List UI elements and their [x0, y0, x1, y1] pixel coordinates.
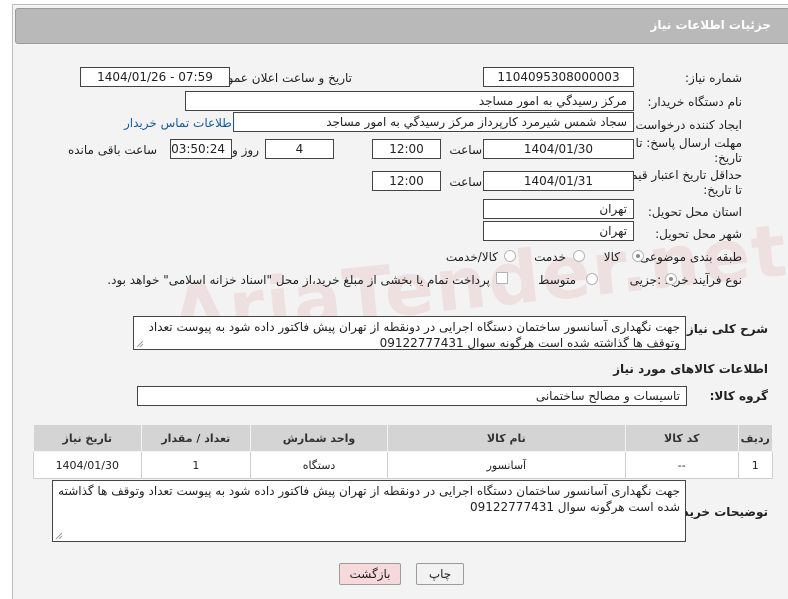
description-text: جهت نگهداری آسانسور ساختمان دستگاه اجرای… [148, 320, 680, 350]
cell-row-number: 1 [737, 451, 774, 479]
back-button[interactable]: بازگشت [339, 563, 401, 585]
need-number-field[interactable]: 1104095308000003 [483, 67, 634, 87]
cell-unit: دستگاه [250, 451, 388, 479]
buyer-contact-link[interactable]: اطلاعات تماس خریدار [124, 116, 235, 130]
buyer-notes-textarea[interactable]: جهت نگهداری آسانسور ساختمان دستگاه اجرای… [52, 480, 686, 542]
category-option-goods: کالا [603, 250, 620, 264]
treasury-payment-note: پرداخت تمام یا بخشی از مبلغ خرید،از محل … [107, 273, 490, 287]
city-field[interactable]: تهران [483, 221, 634, 241]
cell-quantity: 1 [140, 451, 252, 479]
goods-group-label: گروه کالا: [709, 389, 768, 403]
deadline-label: مهلت ارسال پاسخ: تا [635, 136, 742, 150]
deadline-time-label: ساعت [449, 143, 482, 157]
col-header-name: نام کالا [386, 424, 626, 452]
treasury-payment-checkbox[interactable] [496, 272, 508, 284]
resize-grip-icon[interactable] [136, 340, 144, 348]
page-header: جزئیات اطلاعات نیاز [15, 8, 788, 44]
province-label: استان محل تحویل: [647, 205, 742, 219]
province-field[interactable]: تهران [483, 199, 634, 219]
col-header-code: کد کالا [624, 424, 739, 452]
resize-grip-icon[interactable] [55, 532, 63, 540]
days-label: روز و [232, 143, 259, 157]
process-option-minor: جزیی [629, 273, 657, 287]
category-radio-service[interactable] [573, 250, 585, 262]
deadline-date-field[interactable]: 1404/01/30 [483, 139, 634, 159]
announce-field[interactable]: 1404/01/26 - 07:59 [80, 67, 230, 87]
col-header-unit: واحد شمارش [250, 424, 388, 452]
category-radio-goods[interactable] [632, 250, 644, 262]
creator-field[interactable]: سجاد شمس شیرمرد کارپرداز مرکز رسیدگي به … [233, 112, 634, 132]
min-price-time-label: ساعت [449, 175, 482, 189]
col-header-need-date: تاریخ نیاز [33, 424, 142, 452]
buyer-org-field[interactable]: مرکز رسیدگي به امور مساجد [185, 91, 634, 111]
buyer-notes-text: جهت نگهداری آسانسور ساختمان دستگاه اجرای… [58, 484, 680, 514]
print-button[interactable]: چاپ [416, 563, 464, 585]
process-radio-minor[interactable] [665, 273, 677, 285]
city-label: شهر محل تحویل: [655, 227, 742, 241]
cell-name: آسانسور [386, 451, 626, 479]
table-row[interactable]: 1 -- آسانسور دستگاه 1 1404/01/30 [33, 451, 774, 479]
min-price-label-date: تا تاریخ: [703, 183, 742, 197]
goods-group-field[interactable]: تاسیسات و مصالح ساختمانی [137, 386, 687, 406]
need-number-label: شماره نیاز: [685, 71, 742, 85]
description-label: شرح کلی نیاز: [682, 322, 768, 336]
description-textarea[interactable]: جهت نگهداری آسانسور ساختمان دستگاه اجرای… [133, 316, 686, 350]
process-radio-medium[interactable] [586, 273, 598, 285]
goods-table: ردیف کد کالا نام کالا واحد شمارش تعداد /… [33, 424, 774, 479]
remaining-time-field[interactable]: 03:50:24 [170, 139, 232, 159]
creator-label: ایجاد کننده درخواست: [631, 118, 742, 132]
category-option-goods-service: کالا/خدمت [445, 250, 498, 264]
process-option-medium: متوسط [538, 273, 576, 287]
page-title: جزئیات اطلاعات نیاز [650, 18, 771, 32]
min-price-time-field[interactable]: 12:00 [372, 171, 441, 191]
deadline-time-field[interactable]: 12:00 [372, 139, 441, 159]
category-label: طبقه بندی موضوعی: [635, 250, 742, 264]
category-radio-goods-service[interactable] [504, 250, 516, 262]
goods-table-header: ردیف کد کالا نام کالا واحد شمارش تعداد /… [33, 424, 774, 452]
min-price-date-field[interactable]: 1404/01/31 [483, 171, 634, 191]
cell-need-date: 1404/01/30 [33, 451, 142, 479]
category-option-service: خدمت [534, 250, 566, 264]
deadline-label-date: تاریخ: [714, 151, 742, 165]
remaining-time-label: ساعت باقی مانده [67, 143, 157, 157]
days-field[interactable]: 4 [265, 139, 334, 159]
min-price-label: حداقل تاریخ اعتبار قیمت: [615, 168, 742, 182]
goods-section-title: اطلاعات کالاهای مورد نیاز [613, 362, 768, 376]
buyer-org-label: نام دستگاه خریدار: [647, 95, 743, 109]
col-header-quantity: تعداد / مقدار [140, 424, 252, 452]
cell-code: -- [624, 451, 739, 479]
col-header-row: ردیف [737, 424, 774, 452]
